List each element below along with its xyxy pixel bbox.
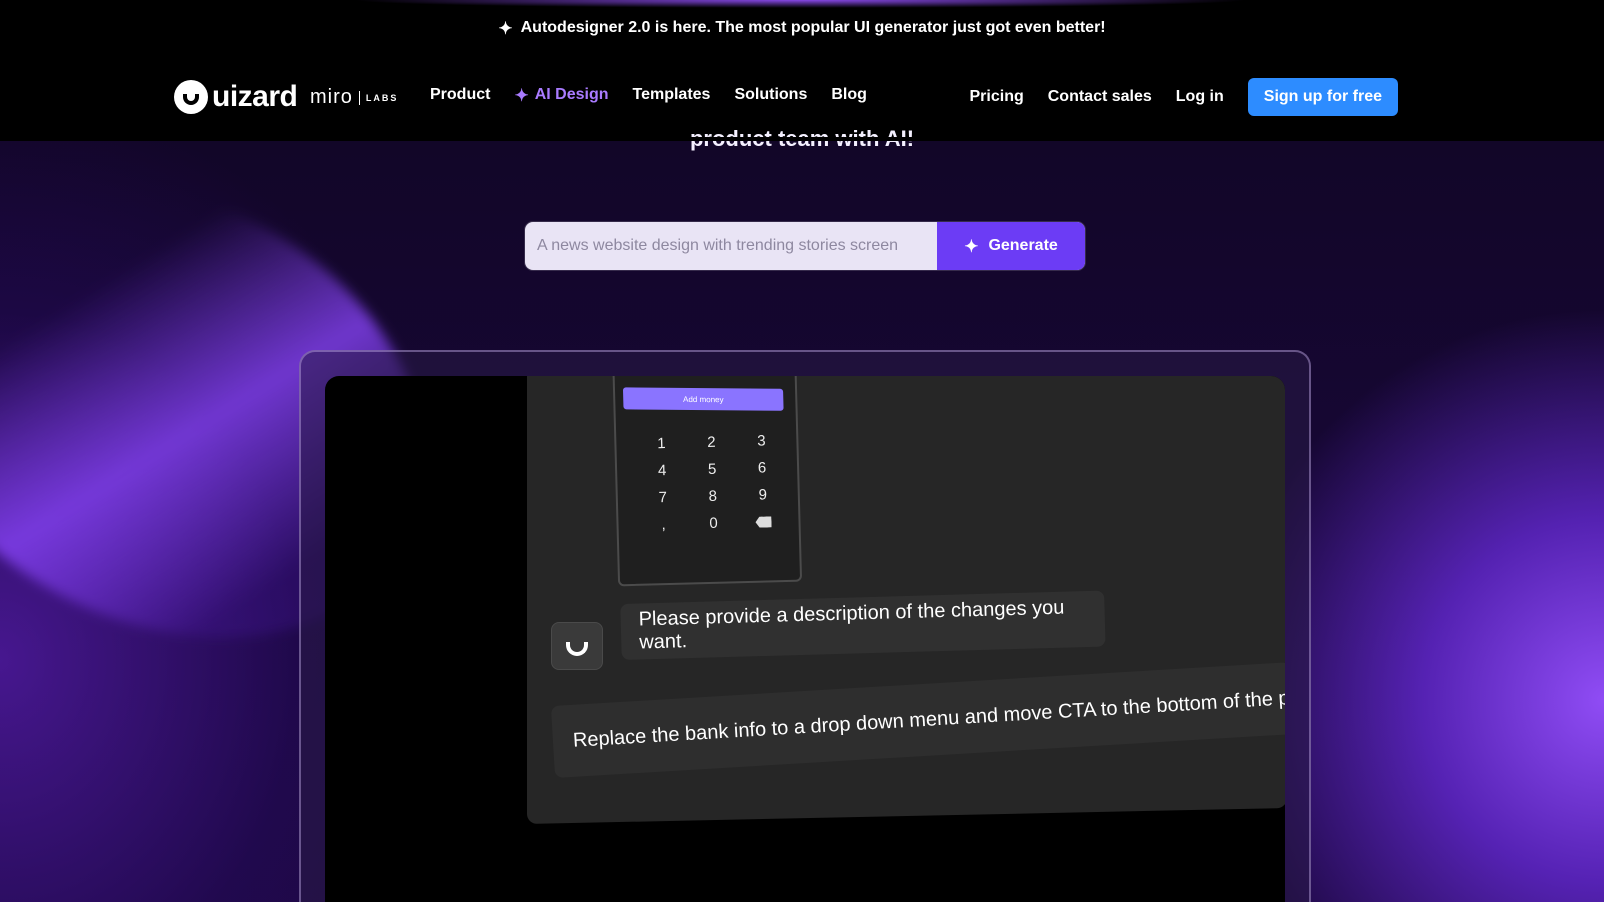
uizard-logo[interactable]: uizard: [174, 80, 298, 114]
nav-link-label: Blog: [831, 86, 867, 103]
logo-text: uizard: [212, 80, 298, 113]
generator-form: ✦ Generate: [525, 222, 1085, 270]
keypad-key: 3: [756, 432, 766, 450]
nav-link-pricing[interactable]: Pricing: [970, 88, 1024, 106]
nav-link-blog[interactable]: Blog: [831, 86, 867, 104]
sign-up-button[interactable]: Sign up for free: [1247, 78, 1398, 116]
keypad-key: 7: [658, 489, 668, 507]
nav-link-contact-sales[interactable]: Contact sales: [1048, 88, 1152, 106]
sparkle-icon: ✦: [514, 85, 529, 105]
keypad-key: 0: [709, 514, 718, 532]
nav-link-label: Templates: [632, 86, 711, 103]
nav-link-ai-design[interactable]: ✦ AI Design: [514, 86, 608, 104]
announcement-text[interactable]: Autodesigner 2.0 is here. The most popul…: [521, 19, 1106, 37]
miro-labs-logo: miro LABS: [310, 86, 398, 109]
nav-link-label: Product: [430, 86, 491, 103]
sparkle-icon: ✦: [964, 236, 979, 256]
phone-mockup: Add money 1 2 3 4 5 6 7 8 9 , 0: [611, 376, 803, 587]
demo-screen: Add money 1 2 3 4 5 6 7 8 9 , 0 Please p…: [325, 376, 1285, 902]
keypad-key: 2: [707, 433, 716, 451]
logo-divider: [358, 90, 360, 105]
main-nav-links: Product ✦ AI Design Templates Solutions …: [430, 86, 867, 104]
keypad-key: 9: [758, 486, 768, 504]
keypad-key: 1: [657, 435, 666, 453]
generate-button-label: Generate: [988, 237, 1058, 254]
announcement-bar[interactable]: ✦ Autodesigner 2.0 is here. The most pop…: [0, 0, 1604, 56]
backspace-icon: [738, 513, 788, 531]
nav-link-product[interactable]: Product: [430, 86, 490, 104]
keypad-key: 5: [707, 460, 717, 478]
miro-wordmark: miro: [310, 86, 353, 108]
keypad-key: 6: [757, 459, 767, 477]
labs-tag: LABS: [365, 92, 399, 103]
add-money-button: Add money: [622, 387, 784, 411]
nav-border: [0, 137, 1604, 141]
generate-button[interactable]: ✦ Generate: [937, 222, 1085, 270]
keypad: 1 2 3 4 5 6 7 8 9 , 0: [636, 432, 789, 534]
announcement-glow: [350, 0, 1250, 8]
nav-link-log-in[interactable]: Log in: [1176, 88, 1224, 106]
nav-link-label: AI Design: [534, 86, 609, 103]
keypad-key: 8: [708, 487, 718, 505]
keypad-key: 4: [657, 462, 667, 480]
nav-link-label: Solutions: [734, 86, 808, 103]
nav-link-templates[interactable]: Templates: [633, 86, 711, 104]
sparkle-icon: ✦: [498, 18, 513, 38]
keypad-key: ,: [661, 516, 666, 534]
nav-right-actions: Pricing Contact sales Log in Sign up for…: [970, 78, 1398, 116]
prompt-input[interactable]: [525, 222, 937, 270]
nav-link-solutions[interactable]: Solutions: [734, 86, 807, 104]
uizard-bot-avatar: [551, 622, 603, 670]
uizard-logo-icon: [174, 80, 208, 114]
